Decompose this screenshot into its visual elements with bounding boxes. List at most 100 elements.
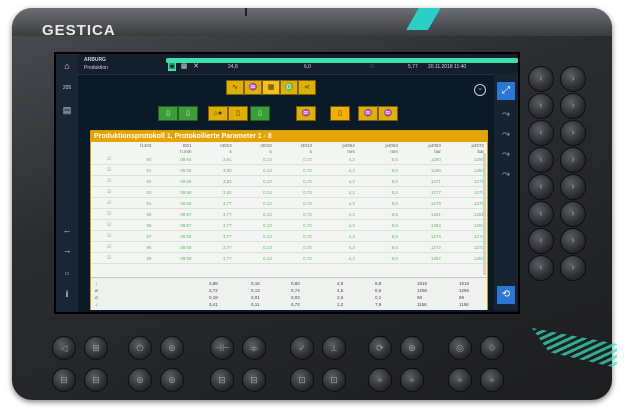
hw-function-key[interactable]: ⊟ [52,368,76,392]
scrollbar[interactable] [483,153,486,275]
hw-key-right[interactable]: › [560,201,586,227]
table-row[interactable]: ☑ 92 09:55 3,81 0,13 0,72 4,2 8,5 1271 1271 [91,175,487,187]
table-row[interactable]: ☑ 98 09:58 3,77 0,13 0,72 4,2 8,5 1272 1272 [91,241,487,253]
table-row[interactable]: ☑ 91 09:55 3,80 0,13 0,72 4,2 8,5 1286 1286 [91,164,487,176]
home-icon[interactable]: ⌂ [58,58,76,74]
info-icon[interactable]: i [58,286,76,302]
table-row[interactable]: ☑ 96 09:57 3,77 0,13 0,72 4,2 8,5 1284 1284 [91,219,487,231]
green-button-1[interactable]: ▯ [158,106,178,121]
left-navigation: ⌂ 205 ▤ ← → ▭ i [56,54,78,312]
hw-function-key[interactable]: ≈ [368,368,392,392]
hw-function-key[interactable]: ⟂ [322,336,346,360]
hw-function-key[interactable]: ≈ [400,368,424,392]
hw-function-key[interactable]: ⊟ [210,368,234,392]
hw-function-key[interactable]: ⟳ [368,336,392,360]
row-checkbox[interactable]: ☑ [91,252,115,264]
hw-key-left[interactable]: ‹ [528,174,554,200]
table-cell: 0,72 [274,252,315,264]
curve-icon[interactable]: ⤳ [497,106,515,124]
hw-function-key[interactable]: ⟚ [242,336,266,360]
row-checkbox[interactable]: ☑ [91,197,115,209]
sync-icon[interactable]: ◌ [368,63,376,71]
hw-function-key[interactable]: ⊡ [290,368,314,392]
table-row[interactable]: ☑ 93 09:56 3,81 0,13 0,72 4,2 8,5 1277 1277 [91,186,487,198]
yellow-button-3[interactable]: ♒ [296,106,316,121]
hw-key-left[interactable]: ‹ [528,93,554,119]
hw-function-key[interactable]: ⊟ [242,368,266,392]
hw-function-key[interactable]: ◎ [448,336,472,360]
status-bar: ARBURG Produktion ▣ ▦ ✕ 24,8 6,0 ◌ 5,77 … [78,54,518,75]
curve-icon[interactable]: ⤳ [497,126,515,144]
table-cell: 4,2 [314,164,358,176]
row-checkbox[interactable]: ☑ [91,230,115,242]
yellow-button-4[interactable]: ♒ [358,106,378,121]
hw-function-key[interactable]: ⊞ [84,336,108,360]
hw-key-right[interactable]: › [560,255,586,281]
refresh-icon[interactable]: ⟲ [497,286,515,304]
grid-icon[interactable]: ▤ [58,102,76,118]
green-button-3[interactable]: ▯ [250,106,270,121]
table-row[interactable]: ☑ 95 09:57 3,77 0,13 0,72 4,2 8,5 1281 1281 [91,208,487,220]
row-checkbox[interactable]: ☑ [91,186,115,198]
hw-key-right[interactable]: › [560,147,586,173]
yellow-button-1[interactable]: ⌂● [208,106,228,121]
row-checkbox[interactable]: ☑ [91,175,115,187]
row-checkbox[interactable]: ☑ [91,164,115,176]
chevron-down-icon[interactable]: ⌄ [474,84,486,96]
hw-key-left[interactable]: ‹ [528,255,554,281]
hw-function-key[interactable]: ≈ [448,368,472,392]
orange-button[interactable]: ▯ [330,106,350,121]
nav-item-205[interactable]: 205 [58,80,76,96]
hw-function-key[interactable]: ⊡ [322,368,346,392]
hw-key-left[interactable]: ‹ [528,147,554,173]
hw-function-key[interactable]: ⊚ [128,368,152,392]
row-checkbox[interactable]: ☑ [91,208,115,220]
table-cell: 1286 [443,164,487,176]
hw-function-key[interactable]: ⟐ [480,336,504,360]
nav-item-mode[interactable]: ▭ [58,266,76,282]
row-checkbox[interactable]: ☑ [91,219,115,231]
hw-key-right[interactable]: › [560,174,586,200]
hw-function-key[interactable]: ⏻ [128,336,152,360]
curve-icon[interactable]: ⤳ [497,146,515,164]
arrow-left-icon[interactable]: ← [58,222,76,238]
table-row[interactable]: ☑ 94 09:56 3,77 0,13 0,72 4,2 8,5 1279 1279 [91,197,487,209]
toolbar-button-2[interactable]: ♒ [244,80,262,95]
hw-key-right[interactable]: › [560,120,586,146]
hw-key-right[interactable]: › [560,228,586,254]
hw-key-left[interactable]: ‹ [528,66,554,92]
table-cell: 0,72 [274,230,315,242]
toolbar-button-5[interactable]: ⋖ [298,80,316,95]
hw-function-key[interactable]: ✓ [290,336,314,360]
hw-function-key[interactable]: ⊟ [84,368,108,392]
table-row[interactable]: ☑ 99 09:59 3,77 0,13 0,72 4,2 8,5 1287 1287 [91,252,487,264]
table-row[interactable]: ☑ 90 09:54 3,81 0,13 0,72 4,2 8,5 1290 1290 [91,154,487,165]
screen-icon[interactable]: ▣ [168,63,176,71]
hw-key-right[interactable]: › [560,93,586,119]
toolbar-button-3[interactable]: ▦ [262,80,280,95]
curve-view-icon[interactable]: ⤢ [497,82,515,100]
table-row[interactable]: ☑ 97 09:58 3,77 0,13 0,72 4,2 8,5 1274 1274 [91,230,487,242]
curve-icon[interactable]: ⤳ [497,166,515,184]
hw-function-key[interactable]: ◁ [52,336,76,360]
hw-key-right[interactable]: › [560,66,586,92]
summary-col-6: 1515 1296 69 1156 [417,281,428,307]
row-checkbox[interactable]: ☑ [91,241,115,253]
yellow-button-5[interactable]: ♒ [378,106,398,121]
toolbar-button-4[interactable]: ♎ [280,80,298,95]
yellow-button-2[interactable]: ▯ [228,106,248,121]
hw-function-key[interactable]: ≈ [480,368,504,392]
hw-function-key[interactable]: ⊣⊢ [210,336,234,360]
hw-key-left[interactable]: ‹ [528,201,554,227]
hw-function-key[interactable]: ⊚ [160,336,184,360]
hw-key-left[interactable]: ‹ [528,228,554,254]
hw-function-key[interactable]: ⊚ [160,368,184,392]
toolbar-button-1[interactable]: ∿ [226,80,244,95]
tools-icon[interactable]: ✕ [192,63,200,71]
hw-function-key[interactable]: ⊛ [400,336,424,360]
arrow-right-icon[interactable]: → [58,242,76,258]
grid-icon[interactable]: ▦ [180,63,188,71]
hw-key-left[interactable]: ‹ [528,120,554,146]
green-button-2[interactable]: ▯ [178,106,198,121]
row-checkbox[interactable]: ☑ [91,154,115,165]
